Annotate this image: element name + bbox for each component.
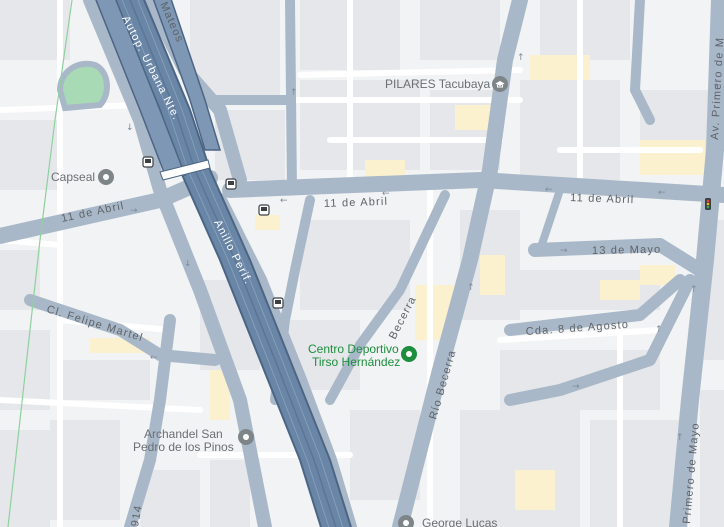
road-label-11-de-abril-mid: 11 de Abril <box>324 196 389 210</box>
road-label-13-de-mayo: 13 de Mayo <box>592 244 662 257</box>
traffic-light-icon <box>705 198 711 210</box>
svg-text:←: ← <box>150 353 158 363</box>
svg-text:↓: ↓ <box>184 259 192 269</box>
svg-text:↑: ↑ <box>517 53 525 63</box>
poi-label-centro-line1: Centro Deportivo <box>308 342 399 356</box>
svg-text:↑: ↑ <box>690 285 698 295</box>
svg-text:→: → <box>572 382 580 392</box>
park-area[interactable] <box>56 60 110 112</box>
poi-label-centro-line2: Tirso Hernández <box>312 355 400 369</box>
pin-icon <box>98 169 114 185</box>
poi-label-archandel-line2: Pedro de los Pinos <box>133 440 234 454</box>
bus-stop-icon[interactable] <box>272 297 284 309</box>
poi-label-pilares: PILARES Tacubaya <box>385 77 491 91</box>
svg-text:↓: ↓ <box>126 123 134 133</box>
map-svg[interactable]: ← ← ← ← → ↑ ↑ ↓ ↓ ← ↑ ↑ ↑ → ↑ ↑ → Autop.… <box>0 0 724 527</box>
poi-pilares-tacubaya[interactable]: PILARES Tacubaya <box>385 76 508 92</box>
poi-capseal[interactable]: Capseal <box>51 169 114 185</box>
pin-icon <box>238 429 254 445</box>
svg-text:↑: ↑ <box>467 283 475 293</box>
poi-label-george-lucas: George Lucas <box>422 516 497 527</box>
svg-text:↑: ↑ <box>676 433 684 443</box>
svg-text:↑: ↑ <box>655 325 663 335</box>
svg-text:←: ← <box>545 185 553 195</box>
svg-text:←: ← <box>658 188 666 198</box>
svg-text:↑: ↑ <box>290 88 298 98</box>
poi-label-archandel-line1: Archandel San <box>144 427 223 441</box>
map-canvas[interactable]: ← ← ← ← → ↑ ↑ ↓ ↓ ← ↑ ↑ ↑ → ↑ ↑ → Autop.… <box>0 0 724 527</box>
road-label-11-de-abril-east: 11 de Abril <box>570 192 635 206</box>
park-icon <box>401 346 417 362</box>
svg-text:←: ← <box>280 196 288 206</box>
bus-stop-icon[interactable] <box>142 156 154 168</box>
svg-text:→: → <box>130 206 138 216</box>
bus-stop-icon[interactable] <box>258 204 270 216</box>
svg-text:→: → <box>560 246 568 256</box>
bus-stop-icon[interactable] <box>225 178 237 190</box>
school-icon <box>492 76 508 92</box>
poi-label-capseal: Capseal <box>51 170 95 184</box>
